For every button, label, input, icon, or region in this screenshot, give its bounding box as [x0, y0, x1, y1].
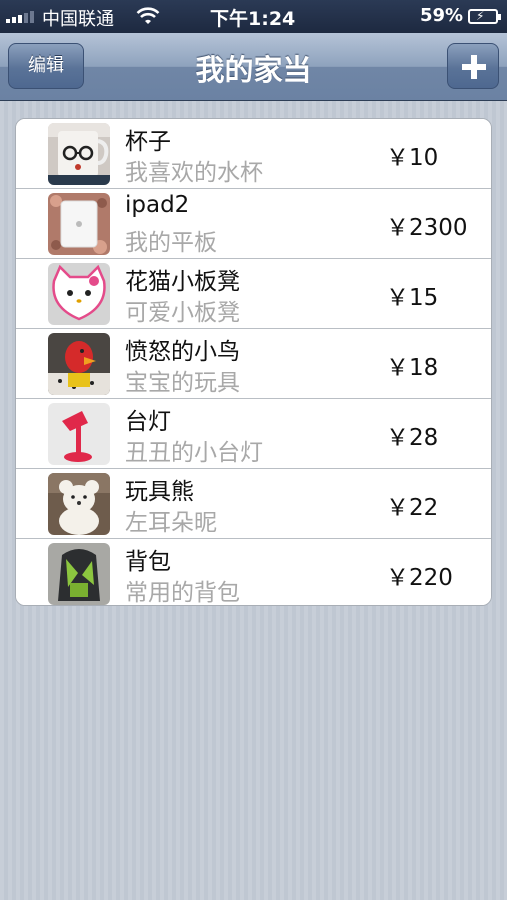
- item-price: ￥22: [386, 495, 439, 521]
- signal-strength-icon: [6, 11, 34, 23]
- item-name: 花猫小板凳: [125, 269, 240, 295]
- item-name: 杯子: [125, 129, 171, 155]
- battery-percentage: 59%: [420, 5, 464, 26]
- item-price: ￥28: [386, 425, 439, 451]
- teddy-bear-photo: [48, 473, 110, 535]
- table-row[interactable]: 台灯 丑丑的小台灯 ￥28: [16, 399, 491, 469]
- status-bar: 中国联通 下午1:24 59% ⚡: [0, 0, 507, 33]
- battery-charging-icon: ⚡: [468, 9, 501, 24]
- item-description: 丑丑的小台灯: [125, 440, 263, 466]
- items-table: 杯子 我喜欢的水杯 ￥10 ipad2 我的平板 ￥2300 花猫小板凳 可爱小…: [15, 118, 492, 606]
- carrier-name: 中国联通: [42, 9, 114, 30]
- item-name: ipad2: [125, 192, 190, 218]
- ipad-photo: [48, 193, 110, 255]
- backpack-photo: [48, 543, 110, 605]
- item-description: 我喜欢的水杯: [125, 160, 263, 186]
- table-row[interactable]: ipad2 我的平板 ￥2300: [16, 189, 491, 259]
- item-price: ￥220: [386, 565, 453, 591]
- navigation-bar: 编辑 我的家当: [0, 33, 507, 101]
- table-row[interactable]: 花猫小板凳 可爱小板凳 ￥15: [16, 259, 491, 329]
- item-price: ￥18: [386, 355, 439, 381]
- mug-photo: [48, 123, 110, 185]
- item-price: ￥2300: [386, 215, 468, 241]
- item-name: 台灯: [125, 409, 171, 435]
- item-price: ￥15: [386, 285, 439, 311]
- item-name: 背包: [125, 549, 171, 575]
- item-name: 愤怒的小鸟: [125, 339, 240, 365]
- item-description: 宝宝的玩具: [125, 370, 240, 396]
- table-row[interactable]: 愤怒的小鸟 宝宝的玩具 ￥18: [16, 329, 491, 399]
- wifi-icon: [136, 7, 160, 24]
- cat-stool-photo: [48, 263, 110, 325]
- table-row[interactable]: 玩具熊 左耳朵昵 ￥22: [16, 469, 491, 539]
- status-time: 下午1:24: [210, 8, 296, 30]
- page-title: 我的家当: [195, 53, 312, 87]
- item-description: 我的平板: [125, 230, 217, 256]
- item-description: 常用的背包: [125, 580, 240, 606]
- table-row[interactable]: 杯子 我喜欢的水杯 ￥10: [16, 119, 491, 189]
- angry-bird-photo: [48, 333, 110, 395]
- table-row[interactable]: 背包 常用的背包 ￥220: [16, 539, 491, 606]
- plus-icon: [462, 55, 486, 79]
- add-item-button[interactable]: [447, 43, 499, 89]
- item-description: 左耳朵昵: [125, 510, 217, 536]
- desk-lamp-photo: [48, 403, 110, 465]
- item-description: 可爱小板凳: [125, 300, 240, 326]
- item-price: ￥10: [386, 145, 439, 171]
- item-name: 玩具熊: [125, 479, 194, 505]
